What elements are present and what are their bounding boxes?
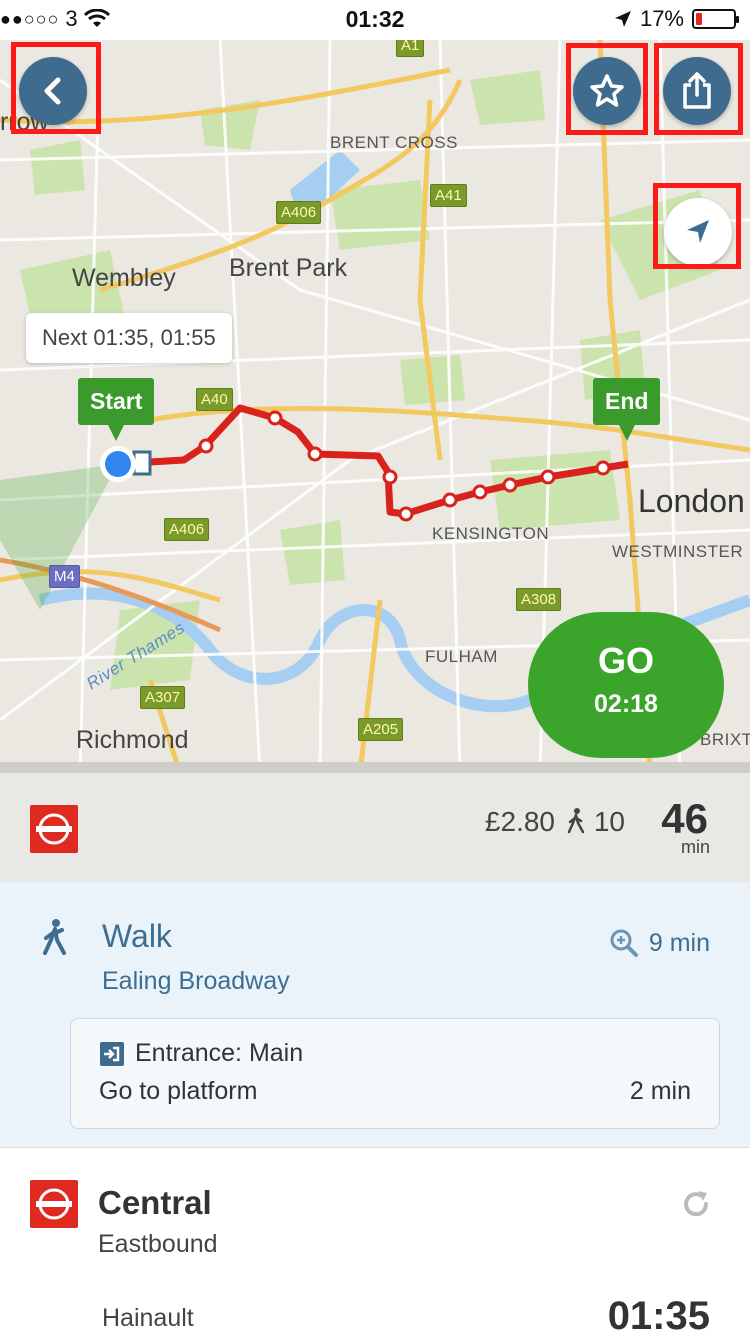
highlight-back <box>11 42 101 134</box>
highlight-favorite <box>566 43 648 135</box>
road-label-m4: M4 <box>49 565 80 588</box>
platform-time: 2 min <box>629 1077 691 1105</box>
map-label-wembley: Wembley <box>72 264 176 292</box>
walking-person-icon <box>43 919 66 955</box>
start-pin[interactable]: Start <box>78 378 155 441</box>
road-label-a41: A41 <box>430 184 467 207</box>
road-label-a205: A205 <box>358 718 404 741</box>
go-button[interactable]: GO 02:18 <box>528 612 724 758</box>
departure-time: 01:35 <box>607 1294 710 1334</box>
road-label-a1: A1 <box>396 40 425 57</box>
total-duration: 46 <box>661 795 708 842</box>
tfl-roundel-icon <box>30 1180 78 1228</box>
map-label-fulham: FULHAM <box>425 647 498 666</box>
walk-title: Walk <box>102 918 172 954</box>
status-right: 17% <box>614 6 739 32</box>
walk-duration[interactable]: 9 min <box>609 928 710 958</box>
map-label-brent-cross: BRENT CROSS <box>330 133 458 152</box>
map-label-westminster: WESTMINSTER <box>612 542 744 561</box>
walking-person-icon <box>567 808 585 834</box>
line-name: Central <box>98 1184 212 1221</box>
end-pin[interactable]: End <box>593 378 661 441</box>
total-duration-unit: min <box>680 837 710 857</box>
go-countdown: 02:18 <box>594 690 658 718</box>
platform-instruction: Go to platform <box>99 1077 258 1105</box>
map-label-london: London <box>638 483 745 519</box>
entrance-row: Entrance: Main <box>99 1039 303 1068</box>
road-label-a308: A308 <box>516 588 562 611</box>
entrance-card[interactable]: Entrance: Main Go to platform 2 min <box>70 1018 720 1129</box>
map-label-kensington: KENSINGTON <box>432 524 550 543</box>
map-label-brixton: BRIXT <box>700 730 750 749</box>
road-label-a406-north: A406 <box>276 201 322 224</box>
line-direction: Eastbound <box>98 1230 218 1258</box>
next-departures-callout[interactable]: Next 01:35, 01:55 <box>26 313 232 363</box>
refresh-icon[interactable] <box>680 1188 712 1220</box>
train-destination: Hainault <box>102 1304 194 1332</box>
go-label: GO <box>597 640 654 681</box>
map-label-brent-park: Brent Park <box>229 254 348 282</box>
walk-duration-value: 9 min <box>648 928 710 957</box>
walk-station: Ealing Broadway <box>102 967 290 995</box>
journey-price: £2.80 <box>484 806 555 837</box>
battery-icon <box>692 9 739 29</box>
highlight-locate <box>653 183 741 269</box>
battery-percent: 17% <box>639 6 684 31</box>
tfl-roundel-icon <box>30 805 78 853</box>
zoom-in-icon <box>610 929 638 957</box>
walk-minutes-value: 10 <box>593 806 625 837</box>
location-services-icon <box>614 11 631 27</box>
map-label-richmond: Richmond <box>76 726 189 754</box>
entrance-icon <box>100 1041 124 1066</box>
walk-step[interactable]: Walk Ealing Broadway 9 min Entrance: Mai… <box>0 882 750 1148</box>
walk-minutes: 10 <box>566 806 625 838</box>
central-line-step[interactable]: Central Eastbound Hainault 01:35 <box>0 1148 750 1334</box>
entrance-label: Entrance: Main <box>135 1039 304 1067</box>
road-label-a406-south: A406 <box>164 518 210 541</box>
journey-summary[interactable]: £2.80 10 46 min <box>0 773 750 882</box>
status-bar: ●●○○○ 3 01:32 17% <box>0 0 750 40</box>
road-label-a40: A40 <box>196 388 233 411</box>
route-map[interactable]: BRENT CROSS Wembley Brent Park London KE… <box>0 40 750 773</box>
highlight-share <box>654 43 743 135</box>
road-label-a307: A307 <box>140 686 186 709</box>
